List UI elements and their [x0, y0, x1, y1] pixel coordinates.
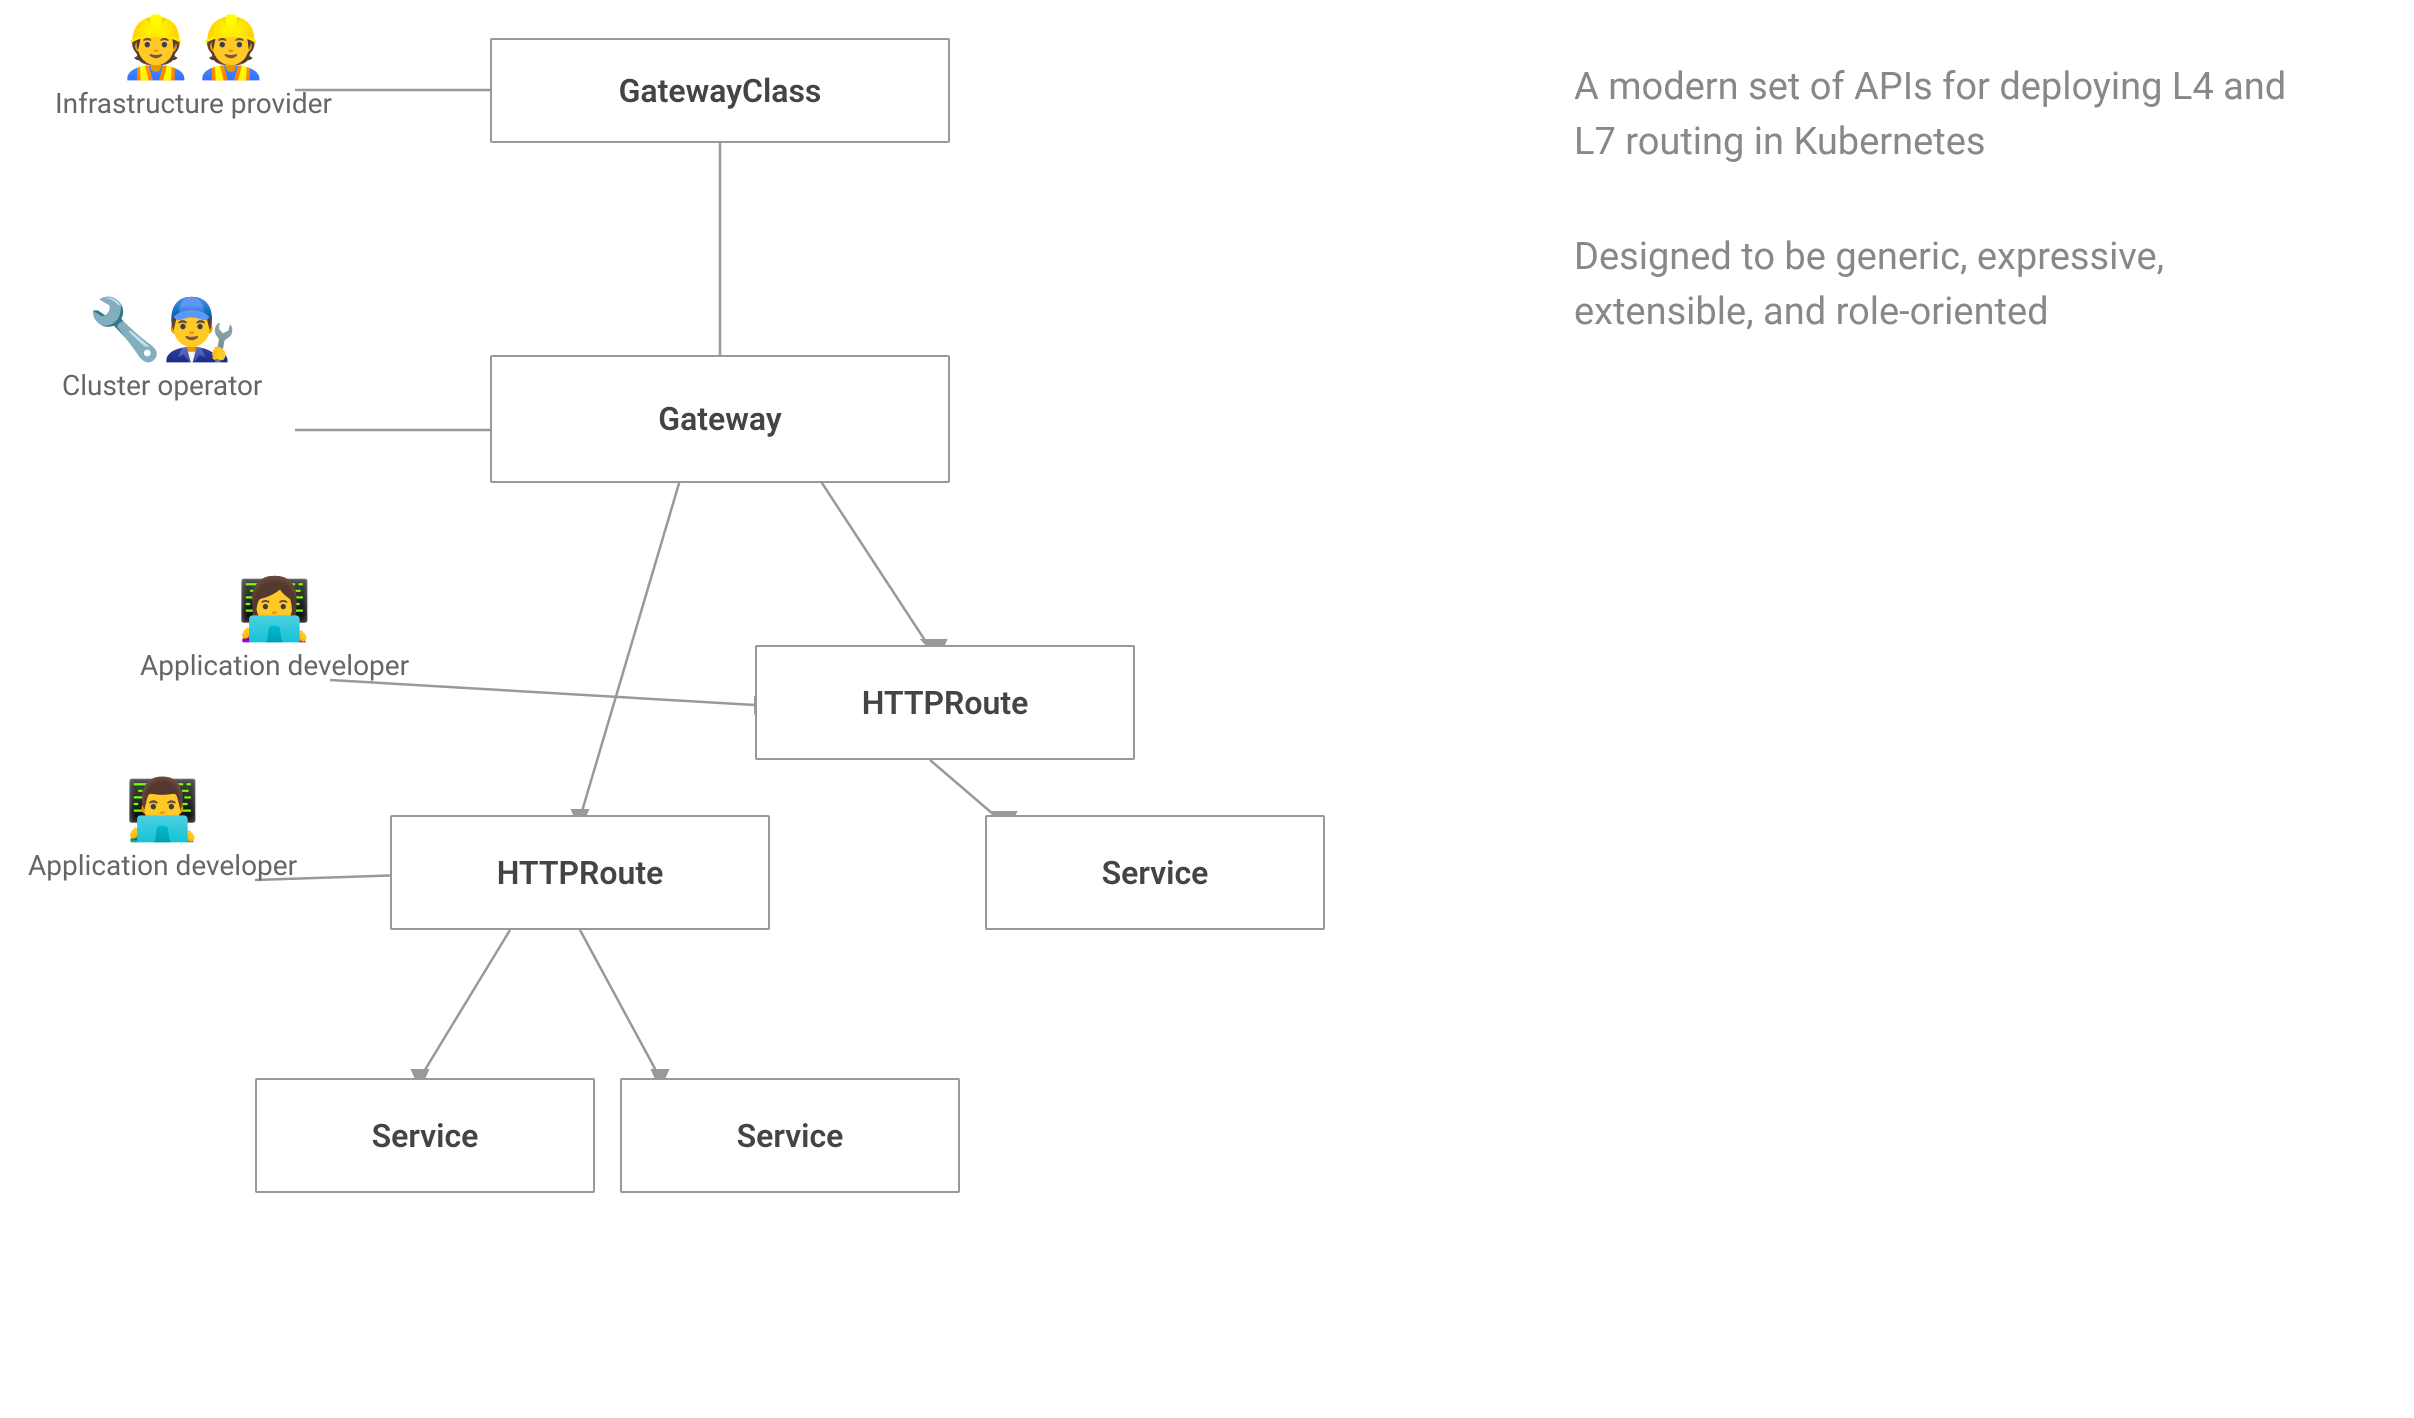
gateway-label: Gateway	[658, 400, 781, 438]
diagram: GatewayClass Gateway HTTPRoute HTTPRoute…	[0, 0, 2414, 1418]
description-line1: A modern set of APIs for deploying L4 an…	[1574, 60, 2334, 170]
httproute-top-label: HTTPRoute	[862, 684, 1029, 722]
httproute-bottom-label: HTTPRoute	[497, 854, 664, 892]
cluster-operator-emoji: 🔧👨‍🔧	[88, 300, 237, 360]
gateway-node: Gateway	[490, 355, 950, 483]
service-center-node: Service	[620, 1078, 960, 1193]
gatewayclass-label: GatewayClass	[619, 72, 822, 110]
app-dev-bottom-emoji: 👨‍💻	[125, 780, 200, 840]
service-center-label: Service	[737, 1117, 844, 1155]
app-dev-bottom-label: Application developer	[28, 848, 297, 884]
httproute-top-node: HTTPRoute	[755, 645, 1135, 760]
description-panel: A modern set of APIs for deploying L4 an…	[1574, 60, 2334, 400]
service-left-node: Service	[255, 1078, 595, 1193]
app-dev-top-emoji: 👩‍💻	[237, 580, 312, 640]
infra-provider-label: Infrastructure provider	[55, 86, 332, 122]
description-line2: Designed to be generic, expressive, exte…	[1574, 230, 2334, 340]
actor-infra-provider: 👷👷 Infrastructure provider	[55, 18, 332, 122]
service-right-label: Service	[1102, 854, 1209, 892]
actor-app-dev-bottom: 👨‍💻 Application developer	[28, 780, 297, 884]
service-right-node: Service	[985, 815, 1325, 930]
actor-cluster-operator: 🔧👨‍🔧 Cluster operator	[62, 300, 262, 404]
service-left-label: Service	[372, 1117, 479, 1155]
cluster-operator-label: Cluster operator	[62, 368, 262, 404]
httproute-bottom-node: HTTPRoute	[390, 815, 770, 930]
app-dev-top-label: Application developer	[140, 648, 409, 684]
gatewayclass-node: GatewayClass	[490, 38, 950, 143]
infra-provider-emoji: 👷👷	[119, 18, 268, 78]
actor-app-dev-top: 👩‍💻 Application developer	[140, 580, 409, 684]
